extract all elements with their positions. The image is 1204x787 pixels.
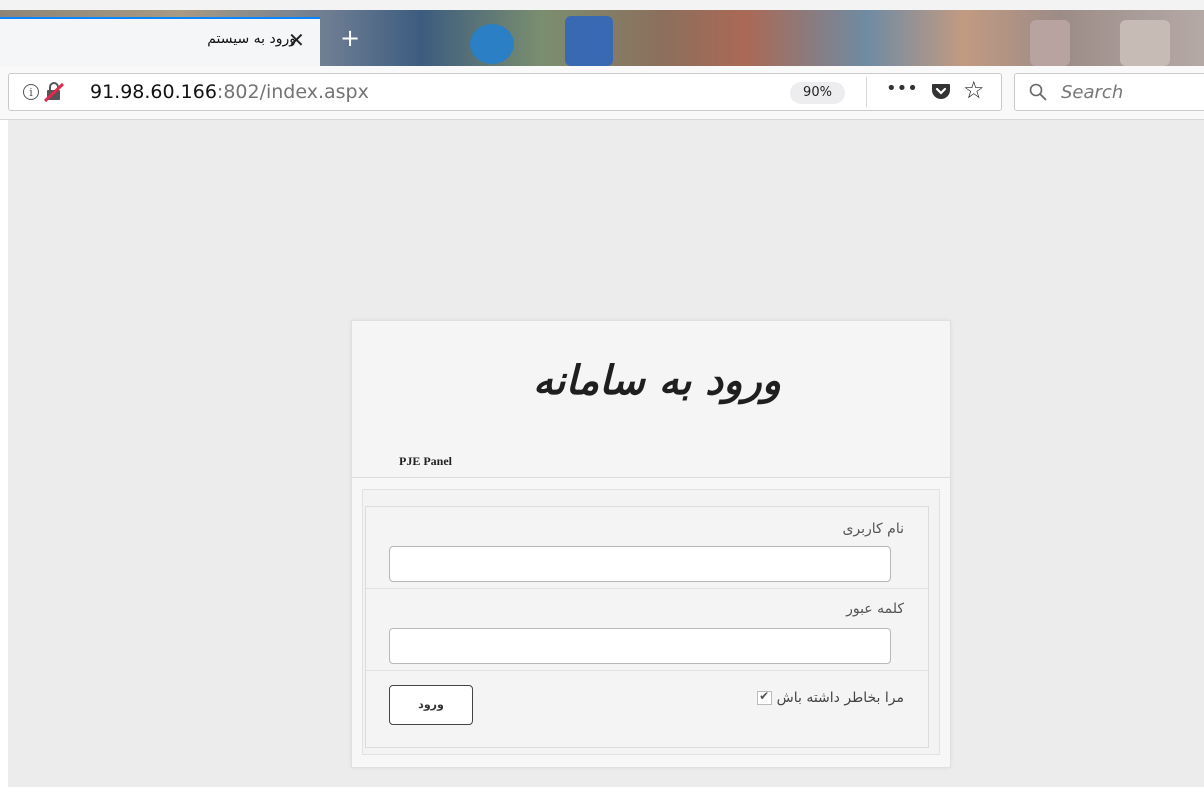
search-icon (1029, 83, 1047, 101)
pocket-icon[interactable] (930, 80, 952, 102)
new-tab-icon[interactable]: + (340, 26, 360, 50)
title-bar (0, 0, 1204, 10)
word-icon-decor (565, 16, 613, 66)
page-content: ورود به سامانه PJE Panel نام کاربری کلمه… (0, 120, 1204, 787)
username-label: نام کاربری (842, 521, 904, 537)
wallpaper-block (1120, 20, 1170, 66)
navigation-bar: i 91.98.60.166:802/index.aspx 90% ••• ☆ … (0, 66, 1204, 120)
brand-title: ورود به سامانه (532, 357, 782, 404)
password-label: کلمه عبور (846, 601, 904, 617)
password-row: کلمه عبور (366, 589, 928, 671)
telegram-icon-decor (470, 24, 514, 64)
site-info-icon[interactable]: i (23, 84, 39, 100)
login-header: ورود به سامانه PJE Panel (352, 321, 950, 478)
remember-me[interactable]: مرا بخاطر داشته باش ✔ (753, 689, 904, 706)
url-text[interactable]: 91.98.60.166:802/index.aspx (90, 81, 369, 103)
brand-subtitle: PJE Panel (399, 454, 452, 468)
login-button[interactable]: ورود (389, 685, 473, 725)
tab-strip: ورود به سیستم ✕ + (0, 0, 1204, 66)
tab-close-icon[interactable]: ✕ (288, 28, 305, 52)
remember-label: مرا بخاطر داشته باش (776, 690, 904, 706)
active-tab[interactable]: ورود به سیستم ✕ (0, 17, 320, 66)
insecure-lock-icon[interactable] (43, 82, 65, 102)
username-row: نام کاربری (366, 507, 928, 589)
bookmark-star-icon[interactable]: ☆ (963, 76, 985, 104)
login-panel: ورود به سامانه PJE Panel نام کاربری کلمه… (351, 320, 951, 768)
actions-row: مرا بخاطر داشته باش ✔ ورود (366, 671, 928, 747)
password-input[interactable] (389, 628, 891, 664)
tab-title: ورود به سیستم (207, 31, 296, 47)
page-actions-more-icon[interactable]: ••• (886, 78, 918, 99)
username-input[interactable] (389, 546, 891, 582)
search-placeholder: Search (1061, 82, 1124, 103)
page-edge (0, 120, 8, 787)
zoom-indicator[interactable]: 90% (790, 82, 845, 104)
remember-checkbox[interactable]: ✔ (757, 689, 773, 705)
url-path: :802/index.aspx (216, 81, 369, 103)
login-form: نام کاربری کلمه عبور مرا بخاطر داشته باش… (365, 506, 929, 748)
search-bar[interactable]: Search (1014, 73, 1204, 111)
check-icon: ✔ (759, 689, 770, 703)
url-host: 91.98.60.166 (90, 81, 217, 103)
divider (866, 77, 867, 107)
wallpaper-block (1030, 20, 1070, 66)
